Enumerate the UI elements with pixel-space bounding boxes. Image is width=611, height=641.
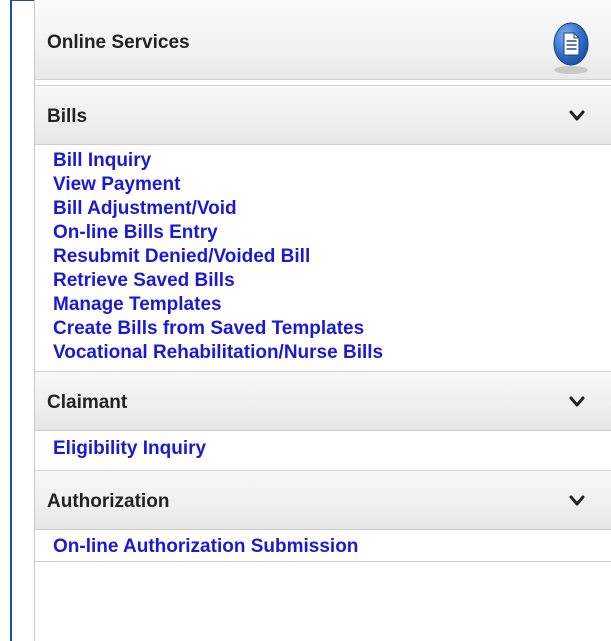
chevron-down-icon[interactable] (569, 110, 585, 122)
link-vocational-rehabilitation-nurse-bills[interactable]: Vocational Rehabilitation/Nurse Bills (53, 341, 611, 365)
chevron-down-icon[interactable] (569, 396, 585, 408)
link-create-bills-from-saved-templates[interactable]: Create Bills from Saved Templates (53, 317, 611, 341)
section-header-authorization[interactable]: Authorization (35, 470, 611, 530)
link-bill-inquiry[interactable]: Bill Inquiry (53, 149, 611, 173)
link-resubmit-denied-voided-bill[interactable]: Resubmit Denied/Voided Bill (53, 245, 611, 269)
claimant-link-list: Eligibility Inquiry (35, 431, 611, 470)
authorization-link-list: On-line Authorization Submission (35, 530, 611, 562)
link-eligibility-inquiry[interactable]: Eligibility Inquiry (53, 437, 611, 461)
bills-link-list: Bill Inquiry View Payment Bill Adjustmen… (35, 145, 611, 371)
link-manage-templates[interactable]: Manage Templates (53, 293, 611, 317)
section-title-claimant: Claimant (47, 392, 128, 413)
link-retrieve-saved-bills[interactable]: Retrieve Saved Bills (53, 269, 611, 293)
panel-header: Online Services (35, 0, 611, 80)
section-title-bills: Bills (47, 106, 88, 127)
chevron-down-icon[interactable] (569, 495, 585, 507)
link-online-bills-entry[interactable]: On-line Bills Entry (53, 221, 611, 245)
link-view-payment[interactable]: View Payment (53, 173, 611, 197)
section-title-authorization: Authorization (47, 491, 170, 512)
section-header-claimant[interactable]: Claimant (35, 371, 611, 431)
section-header-bills[interactable]: Bills (35, 85, 611, 145)
link-online-authorization-submission[interactable]: On-line Authorization Submission (53, 535, 611, 559)
document-icon (553, 22, 589, 74)
link-bill-adjustment-void[interactable]: Bill Adjustment/Void (53, 197, 611, 221)
panel-title: Online Services (47, 32, 190, 53)
online-services-panel: Online Services Bills Bill Inquiry View … (34, 0, 611, 641)
